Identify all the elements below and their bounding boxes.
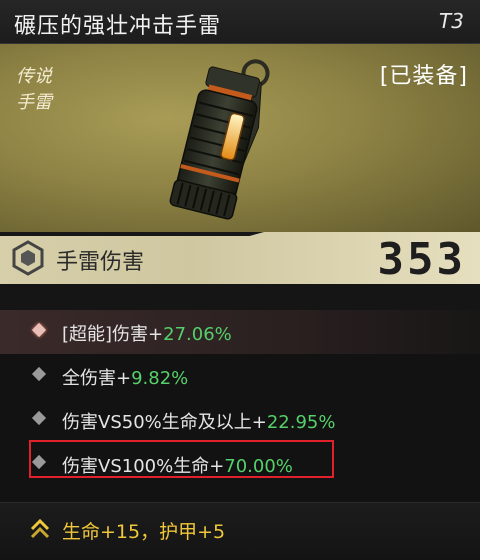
item-rarity: 传说 [16, 66, 52, 87]
double-chevron-up-icon [30, 518, 50, 539]
attribute-row: 全伤害+9.82% [0, 354, 480, 398]
set-bonus-text: 生命+15，护甲+5 [62, 521, 226, 543]
attribute-label: 全伤害+ [62, 368, 132, 389]
attribute-row: [超能]伤害+27.06% [0, 310, 480, 354]
primary-stat-value: 353 [377, 234, 466, 285]
attribute-value: 22.95% [266, 412, 336, 433]
attribute-value: 27.06% [163, 324, 232, 345]
highlight-box [29, 440, 334, 478]
attribute-text: [超能]伤害+27.06% [62, 320, 232, 346]
item-tier: T3 [439, 9, 464, 33]
attribute-row: 伤害VS50%生命及以上+22.95% [0, 398, 480, 442]
primary-stat-label: 手雷伤害 [56, 250, 145, 275]
section-divider [0, 284, 480, 310]
item-title: 碾压的强壮冲击手雷 [14, 14, 222, 39]
attribute-value: 9.82% [131, 368, 189, 389]
attribute-label: [超能]伤害+ [62, 324, 164, 345]
diamond-icon [31, 322, 47, 338]
item-showcase: 传说 手雷 [已装备] [0, 44, 480, 232]
attribute-text: 全伤害+9.82% [62, 364, 188, 390]
primary-stat-bar: 手雷伤害 353 [0, 232, 480, 285]
set-bonus-row: 生命+15，护甲+5 [0, 502, 480, 560]
item-type: 手雷 [16, 92, 52, 113]
item-tooltip-card: 碾压的强壮冲击手雷 T3 传说 手雷 [已装备] 手雷伤害 353 [超能]伤害… [0, 0, 480, 560]
grenade-image [169, 59, 270, 220]
diamond-icon [31, 410, 47, 426]
attribute-text: 伤害VS50%生命及以上+22.95% [62, 408, 335, 434]
item-header: 碾压的强壮冲击手雷 T3 [0, 0, 480, 44]
attribute-label: 伤害VS50%生命及以上+ [62, 412, 267, 433]
diamond-icon [31, 366, 47, 382]
equipped-badge: [已装备] [379, 64, 468, 89]
hexagon-icon [12, 240, 44, 276]
